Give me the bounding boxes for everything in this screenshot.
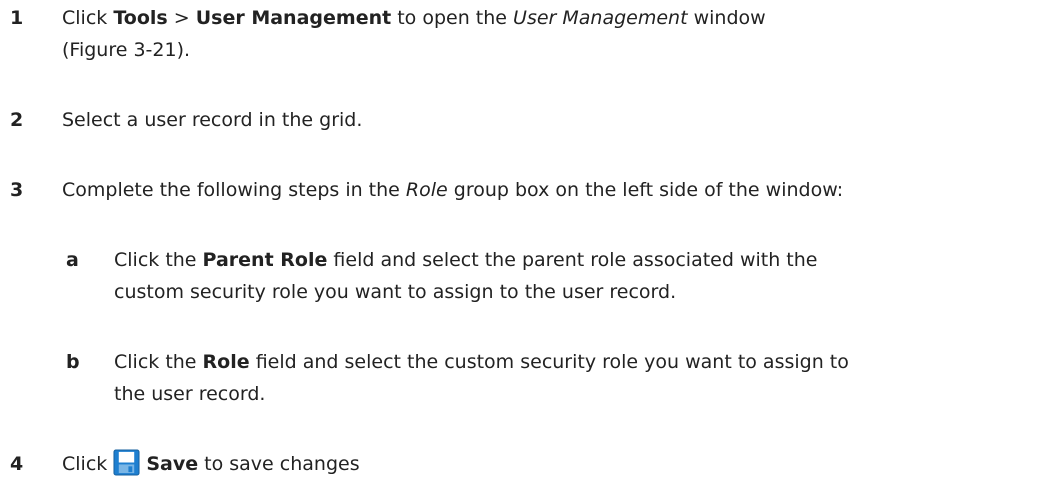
substep-text: Click the Role field and select the cust… <box>114 351 849 405</box>
step-number: 2 <box>10 109 24 131</box>
substep-letter: b <box>66 351 80 373</box>
save-icon <box>113 449 140 476</box>
step-text: Select a user record in the grid. <box>62 109 363 131</box>
step-text: Complete the following steps in the Role… <box>62 179 844 201</box>
field-parent-role: Parent Role <box>202 249 328 271</box>
step-text: Click Tools > User Management to open th… <box>62 7 766 61</box>
window-name: User Management <box>513 7 688 29</box>
field-role: Role <box>202 351 250 373</box>
save-label: Save <box>146 453 199 475</box>
step-number: 3 <box>10 179 24 201</box>
step-number: 4 <box>10 453 24 475</box>
menu-tools: Tools <box>113 7 168 29</box>
menu-item-user-management: User Management <box>195 7 392 29</box>
substep-letter: a <box>66 249 79 271</box>
step-number: 1 <box>10 7 24 29</box>
substep-text: Click the Parent Role field and select t… <box>114 249 818 303</box>
figure-reference: (Figure 3-21). <box>62 39 191 61</box>
step-text: Click Save to save changes <box>62 448 1012 480</box>
group-box-name: Role <box>405 179 448 201</box>
